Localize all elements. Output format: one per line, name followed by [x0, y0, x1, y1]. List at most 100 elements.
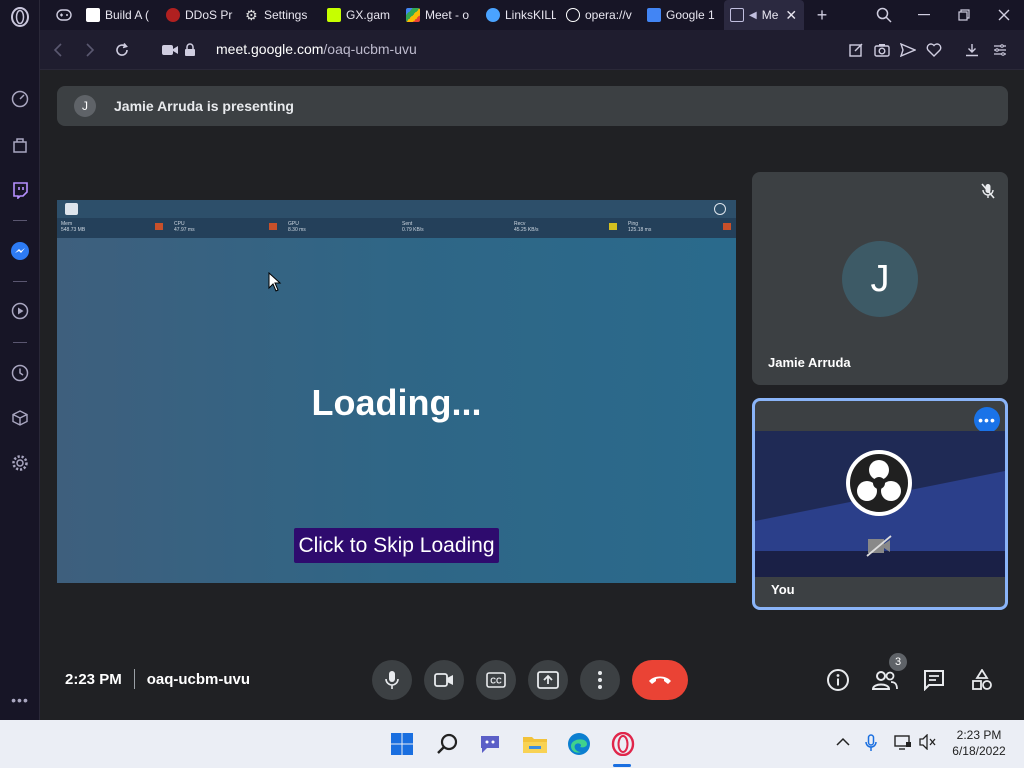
show-hidden-icons-icon[interactable]	[836, 734, 850, 752]
tab-build[interactable]: Build A (	[80, 0, 154, 30]
download-icon[interactable]	[962, 40, 982, 60]
more-dots-icon[interactable]: •••	[10, 690, 30, 710]
camera-in-use-icon[interactable]	[160, 40, 180, 60]
lock-icon[interactable]	[180, 40, 200, 60]
activities-button[interactable]	[968, 666, 996, 694]
stat-mem: Mem 548.73 MB	[61, 221, 86, 233]
close-tab-icon[interactable]: ✕	[785, 7, 797, 24]
forward-button[interactable]	[80, 40, 100, 60]
meeting-info-button[interactable]	[824, 666, 852, 694]
url-text[interactable]: meet.google.com/oaq-ucbm-uvu	[216, 41, 417, 57]
tab-settings[interactable]: ⚙ Settings	[239, 0, 319, 30]
tab-gx-games[interactable]: GX.gam	[321, 0, 393, 30]
sidebar-divider	[13, 220, 27, 221]
microphone-button[interactable]	[372, 660, 412, 700]
send-icon[interactable]	[898, 40, 918, 60]
speed-dial-icon[interactable]	[10, 89, 30, 109]
ddos-favicon-icon	[166, 8, 180, 22]
sidebar-divider	[13, 342, 27, 343]
maximize-button[interactable]	[944, 0, 984, 30]
tab-strip: Build A ( DDoS Pr ⚙ Settings GX.gam Meet…	[40, 0, 1024, 30]
participant-more-button[interactable]: •••	[974, 407, 1000, 433]
chat-button[interactable]	[920, 666, 948, 694]
network-icon[interactable]	[894, 734, 912, 755]
edge-browser-icon[interactable]	[565, 730, 593, 758]
shared-screen[interactable]: Mem 548.73 MB CPU 47.97 ms GPU 8.30 ms Sent…	[57, 200, 736, 583]
meet-favicon-icon	[406, 8, 420, 22]
easy-setup-icon[interactable]	[846, 40, 866, 60]
globe-favicon-icon	[566, 8, 580, 22]
leave-call-button[interactable]	[632, 660, 688, 700]
teams-chat-icon[interactable]	[476, 730, 504, 758]
participant-name: Jamie Arruda	[768, 355, 851, 370]
more-options-button[interactable]	[580, 660, 620, 700]
tab-meet[interactable]: Meet - o	[400, 0, 474, 30]
present-screen-button[interactable]	[528, 660, 568, 700]
obs-logo-icon	[846, 450, 912, 516]
tab-linkskill[interactable]: LinksKILL	[480, 0, 556, 30]
speaker-icon: ◀	[749, 9, 757, 21]
reload-button[interactable]	[112, 40, 132, 60]
back-button[interactable]	[48, 40, 68, 60]
windows-start-icon[interactable]	[388, 730, 416, 758]
volume-muted-icon[interactable]	[919, 733, 937, 755]
stat-recv: Recv 45.25 KB/s	[514, 221, 539, 233]
taskbar-clock[interactable]: 2:23 PM 6/18/2022	[946, 727, 1012, 759]
player-icon[interactable]	[10, 301, 30, 321]
file-explorer-icon[interactable]	[521, 730, 549, 758]
links-favicon-icon	[486, 8, 500, 22]
extensions-cube-icon[interactable]	[10, 408, 30, 428]
new-tab-button[interactable]: +	[802, 0, 842, 30]
search-tabs-icon[interactable]	[864, 0, 904, 30]
history-icon[interactable]	[10, 363, 30, 383]
roblox-menu-icon[interactable]	[65, 203, 78, 215]
minimize-button[interactable]	[904, 0, 944, 30]
tab-ddos[interactable]: DDoS Pr	[160, 0, 234, 30]
camera-off-icon	[866, 535, 892, 562]
tab-meet-active[interactable]: ◀ Me ✕	[724, 0, 804, 30]
camera-button[interactable]	[424, 660, 464, 700]
clock-date: 6/18/2022	[952, 744, 1006, 758]
gamepad-icon[interactable]	[50, 0, 72, 30]
messenger-icon[interactable]	[10, 241, 30, 261]
bookmark-heart-icon[interactable]	[924, 40, 944, 60]
active-app-indicator	[613, 764, 631, 767]
participant-tile-you[interactable]: ••• You	[752, 398, 1008, 610]
game-stats-bar: Mem 548.73 MB CPU 47.97 ms GPU 8.30 ms Sent…	[57, 218, 736, 238]
meeting-details: 2:23 PM oaq-ucbm-uvu	[65, 669, 250, 689]
roblox-favicon-icon	[86, 8, 100, 22]
participant-tile-jamie[interactable]: J Jamie Arruda	[752, 172, 1008, 385]
meeting-time: 2:23 PM	[65, 670, 122, 688]
stat-indicator	[609, 223, 617, 230]
opera-logo-icon[interactable]	[10, 7, 30, 27]
easy-setup-menu-icon[interactable]	[990, 40, 1010, 60]
stat-gpu: GPU 8.30 ms	[288, 221, 306, 233]
opera-sidebar: •••	[0, 0, 40, 720]
game-more-icon[interactable]	[714, 203, 726, 215]
tab-preview-icon	[730, 8, 744, 22]
settings-gear-icon[interactable]	[10, 453, 30, 473]
browser-window: ••• Build A ( DDoS Pr ⚙ Settings GX.gam …	[0, 0, 1024, 720]
skip-loading-button[interactable]: Click to Skip Loading	[294, 528, 499, 563]
meet-content: J Jamie Arruda is presenting Mem 548.73 M…	[41, 71, 1024, 720]
meeting-code: oaq-ucbm-uvu	[146, 670, 251, 688]
divider	[133, 669, 135, 689]
tab-opera-internal[interactable]: opera://v	[560, 0, 634, 30]
stat-cpu: CPU 47.97 ms	[174, 221, 195, 233]
stat-sent: Sent 0.79 KB/s	[402, 221, 424, 233]
opera-gx-taskbar-icon[interactable]	[609, 730, 637, 758]
microphone-tray-icon[interactable]	[865, 734, 877, 757]
svg-text:CC: CC	[490, 677, 502, 686]
snapshot-camera-icon[interactable]	[872, 40, 892, 60]
stat-indicator	[269, 223, 277, 230]
twitch-icon[interactable]	[10, 180, 30, 200]
gx-favicon-icon	[327, 8, 341, 22]
stat-indicator	[155, 223, 163, 230]
captions-button[interactable]: CC	[476, 660, 516, 700]
mouse-cursor-icon	[268, 271, 282, 297]
tab-google[interactable]: Google 1	[641, 0, 717, 30]
address-bar: meet.google.com/oaq-ucbm-uvu	[40, 30, 1024, 70]
shopping-bag-icon[interactable]	[10, 135, 30, 155]
search-icon[interactable]	[433, 730, 461, 758]
close-window-button[interactable]	[984, 0, 1024, 30]
